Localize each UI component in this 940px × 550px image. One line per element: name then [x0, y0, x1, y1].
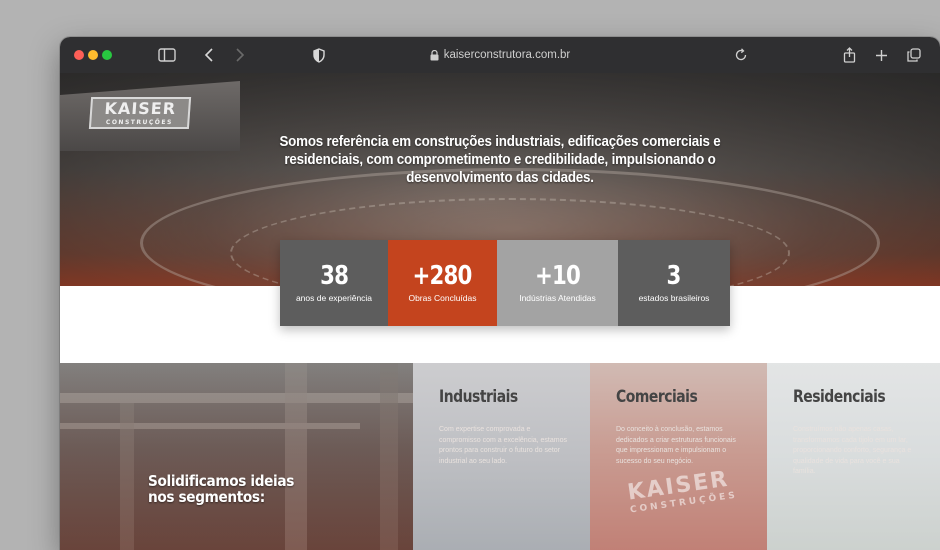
stat-value: 3: [666, 261, 682, 291]
segments-title-line: Solidificamos ideias: [148, 472, 294, 490]
stat-value: +10: [534, 261, 581, 291]
stat-value: 38: [319, 261, 349, 291]
segments-title-line: nos segmentos:: [148, 488, 265, 506]
forward-icon[interactable]: [230, 45, 250, 65]
zoom-window-button[interactable]: [102, 50, 112, 60]
stat-label: Indústrias Atendidas: [519, 293, 596, 303]
tab-overview-icon[interactable]: [904, 45, 924, 65]
segment-card-comerciais[interactable]: KAISER CONSTRUÇÕES Comerciais Do conceit…: [590, 363, 767, 550]
privacy-shield-icon[interactable]: [309, 45, 329, 65]
segment-title: Industriais: [439, 387, 518, 407]
sign-subtitle: CONSTRUÇÕES: [105, 119, 174, 126]
segment-title: Residenciais: [793, 387, 886, 407]
stat-states: 3 estados brasileiros: [618, 240, 730, 326]
lock-icon: [430, 49, 439, 60]
segment-description: Do conceito à conclusão, estamos dedicad…: [616, 426, 736, 465]
stat-label: Obras Concluídas: [408, 293, 477, 303]
segments-section: Solidificamos ideias nos segmentos: Indu…: [60, 363, 940, 550]
back-icon[interactable]: [199, 45, 219, 65]
sidebar-icon[interactable]: [157, 45, 177, 65]
browser-toolbar: kaiserconstrutora.com.br: [60, 37, 940, 73]
stat-works: +280 Obras Concluídas: [388, 240, 497, 326]
url-text: kaiserconstrutora.com.br: [443, 49, 571, 61]
segment-card-residenciais[interactable]: Residenciais Construímos não apenas casa…: [767, 363, 940, 550]
image-tint: [60, 363, 413, 550]
hero-headline: Somos referência em construções industri…: [279, 134, 721, 186]
segments-intro-image: Solidificamos ideias nos segmentos:: [60, 363, 413, 550]
web-page: KAISER CONSTRUÇÕES Somos referência em c…: [60, 73, 940, 550]
kaiser-sign-logo: KAISER CONSTRUÇÕES: [88, 97, 192, 129]
reload-icon[interactable]: [731, 45, 751, 65]
segment-description: Com expertise comprovada e compromisso c…: [439, 426, 567, 465]
stat-industries: +10 Indústrias Atendidas: [497, 240, 618, 326]
segment-title: Comerciais: [616, 387, 698, 407]
stat-label: estados brasileiros: [638, 293, 710, 303]
new-tab-icon[interactable]: [871, 45, 891, 65]
segment-description: Construímos não apenas casas, transforma…: [793, 426, 912, 475]
sign-brand: KAISER: [103, 99, 177, 118]
stat-label: anos de experiência: [295, 293, 373, 303]
share-icon[interactable]: [839, 45, 859, 65]
minimize-window-button[interactable]: [88, 50, 98, 60]
stat-years: 38 anos de experiência: [280, 240, 388, 326]
address-bar[interactable]: kaiserconstrutora.com.br: [390, 47, 610, 63]
close-window-button[interactable]: [74, 50, 84, 60]
segments-title: Solidificamos ideias nos segmentos:: [148, 473, 294, 505]
browser-window: kaiserconstrutora.com.br KAISER CONSTRUÇ…: [60, 37, 940, 550]
segment-card-industriais[interactable]: Industriais Com expertise comprovada e c…: [413, 363, 590, 550]
stat-value: +280: [412, 261, 473, 291]
stats-bar: 38 anos de experiência +280 Obras Conclu…: [280, 240, 730, 326]
